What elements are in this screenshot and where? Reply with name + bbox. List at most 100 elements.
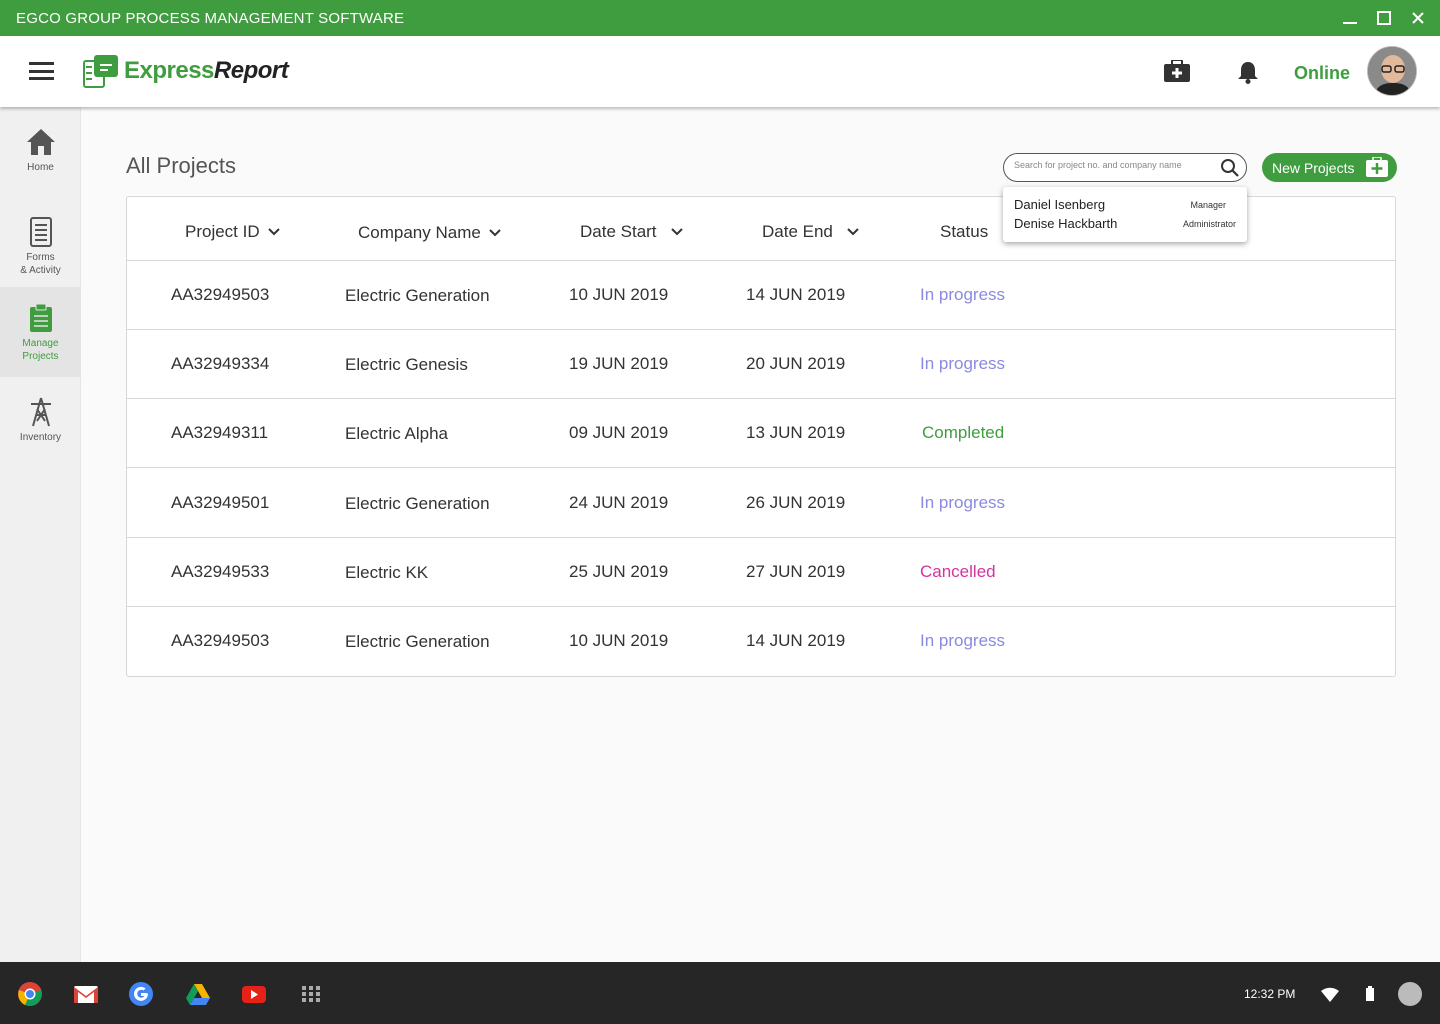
menu-icon — [29, 62, 54, 65]
maximize-button[interactable] — [1376, 10, 1392, 26]
cell-date-start: 25 JUN 2019 — [569, 562, 669, 581]
cell-date-end: 27 JUN 2019 — [746, 562, 846, 581]
close-button[interactable] — [1410, 10, 1426, 26]
wifi-icon — [1321, 987, 1339, 1002]
maximize-icon — [1377, 11, 1391, 25]
sidebar-item-home[interactable]: Home — [0, 127, 81, 187]
column-header-company-name[interactable]: Company Name — [358, 223, 501, 243]
search-suggestions: Daniel Isenberg Manager Denise Hackbarth… — [1003, 187, 1247, 242]
notifications-button[interactable] — [1236, 60, 1260, 89]
chrome-app[interactable] — [17, 981, 43, 1007]
wifi-status[interactable] — [1320, 984, 1340, 1004]
column-header-date-end[interactable]: Date End — [762, 222, 859, 242]
user-avatar[interactable] — [1367, 46, 1417, 96]
cell-project-id: AA32949503 — [171, 631, 270, 650]
drive-app[interactable] — [185, 981, 211, 1007]
sidebar-item-manage-projects[interactable]: Manage Projects — [0, 287, 81, 377]
sidebar: Home Forms & Activity Manage Projects Inve… — [0, 107, 81, 962]
new-projects-button[interactable]: New Projects — [1262, 153, 1397, 182]
minimize-button[interactable] — [1342, 10, 1358, 26]
cell-company-name: Electric Generation — [345, 286, 490, 305]
search-icon — [1221, 159, 1239, 177]
status-badge: In progress — [920, 631, 1006, 650]
suggestion-name: Daniel Isenberg — [1014, 197, 1106, 212]
home-icon — [26, 129, 55, 155]
column-header-date-start[interactable]: Date Start — [580, 222, 683, 242]
table-row[interactable]: AA32949533 Electric KK 25 JUN 2019 27 JU… — [127, 538, 1395, 607]
app-launcher[interactable] — [298, 981, 324, 1007]
app-logo[interactable]: ExpressReport — [82, 51, 289, 91]
cell-date-start: 19 JUN 2019 — [569, 354, 669, 373]
google-app[interactable] — [128, 981, 154, 1007]
status-badge: Cancelled — [920, 562, 996, 581]
close-icon — [1412, 12, 1424, 24]
chevron-down-icon — [847, 228, 859, 236]
logo-wordmark: ExpressReport — [124, 57, 289, 84]
account-status-button[interactable] — [1398, 982, 1422, 1006]
cell-date-start: 10 JUN 2019 — [569, 285, 669, 304]
suggestion-role: Manager — [1190, 200, 1226, 210]
status-badge: In progress — [920, 285, 1006, 304]
add-kit-icon — [1366, 157, 1388, 177]
cell-company-name: Electric Alpha — [345, 424, 448, 443]
cell-company-name: Electric Genesis — [345, 355, 468, 374]
tower-icon — [30, 397, 51, 427]
table-row[interactable]: AA32949501 Electric Generation 24 JUN 20… — [127, 468, 1395, 538]
cell-date-start: 09 JUN 2019 — [569, 423, 669, 442]
clipboard-icon — [29, 303, 52, 332]
youtube-app[interactable] — [241, 981, 267, 1007]
gmail-icon — [74, 986, 98, 1003]
column-header-project-id[interactable]: Project ID — [185, 222, 280, 242]
table-row[interactable]: AA32949503 Electric Generation 10 JUN 20… — [127, 261, 1395, 330]
chevron-down-icon — [489, 229, 501, 237]
cell-project-id: AA32949311 — [171, 423, 269, 442]
sidebar-item-forms[interactable]: Forms & Activity — [0, 217, 81, 282]
medical-kit-button[interactable] — [1164, 59, 1190, 87]
window-title: EGCO GROUP PROCESS MANAGEMENT SOFTWARE — [16, 9, 405, 27]
table-row[interactable]: AA32949503 Electric Generation 10 JUN 20… — [127, 607, 1395, 676]
table-row[interactable]: AA32949311 Electric Alpha 09 JUN 2019 13… — [127, 399, 1395, 468]
cell-company-name: Electric Generation — [345, 632, 490, 651]
minimize-icon — [1343, 22, 1357, 24]
os-taskbar: 12:32 PM — [0, 962, 1440, 1024]
page-title: All Projects — [126, 153, 237, 178]
forms-icon — [29, 217, 52, 247]
battery-status[interactable] — [1364, 984, 1376, 1004]
avatar-image — [1368, 47, 1416, 95]
search-button[interactable] — [1220, 158, 1240, 183]
window-title-bar: EGCO GROUP PROCESS MANAGEMENT SOFTWARE — [0, 0, 1440, 36]
chevron-down-icon — [267, 228, 280, 236]
sidebar-item-inventory[interactable]: Inventory — [0, 397, 81, 447]
logo-icon — [83, 55, 118, 88]
sidebar-item-label: Home — [27, 162, 54, 173]
suggestion-item[interactable]: Denise Hackbarth Administrator — [1014, 216, 1236, 234]
menu-button[interactable] — [29, 62, 54, 80]
cell-date-end: 20 JUN 2019 — [746, 354, 846, 373]
search-input[interactable] — [1014, 160, 1214, 170]
youtube-icon — [242, 986, 266, 1003]
table-row[interactable]: AA32949334 Electric Genesis 19 JUN 2019 … — [127, 330, 1395, 399]
search-box — [1003, 153, 1247, 182]
cell-project-id: AA32949334 — [171, 354, 270, 373]
new-projects-label: New Projects — [1272, 159, 1355, 176]
cell-project-id: AA32949533 — [171, 562, 270, 581]
status-badge: Completed — [922, 423, 1005, 442]
sidebar-item-label: Manage Projects — [22, 338, 59, 362]
online-status: Online — [1294, 63, 1351, 83]
clock[interactable]: 12:32 PM — [1244, 987, 1295, 1001]
chrome-icon — [18, 982, 42, 1006]
bell-icon — [1238, 62, 1258, 84]
projects-table: Project ID Company Name Date Start Date … — [126, 196, 1396, 677]
column-header-status[interactable]: Status — [940, 222, 988, 242]
first-aid-kit-icon — [1164, 59, 1190, 82]
battery-icon — [1366, 986, 1374, 1001]
gmail-app[interactable] — [73, 981, 99, 1007]
google-icon — [129, 982, 153, 1006]
suggestion-item[interactable]: Daniel Isenberg Manager — [1014, 197, 1236, 215]
cell-date-start: 10 JUN 2019 — [569, 631, 669, 650]
window-controls — [1342, 0, 1426, 36]
cell-date-end: 14 JUN 2019 — [746, 631, 846, 650]
sidebar-item-label: Forms & Activity — [20, 252, 61, 276]
cell-date-end: 26 JUN 2019 — [746, 493, 846, 512]
cell-date-end: 13 JUN 2019 — [746, 423, 846, 442]
